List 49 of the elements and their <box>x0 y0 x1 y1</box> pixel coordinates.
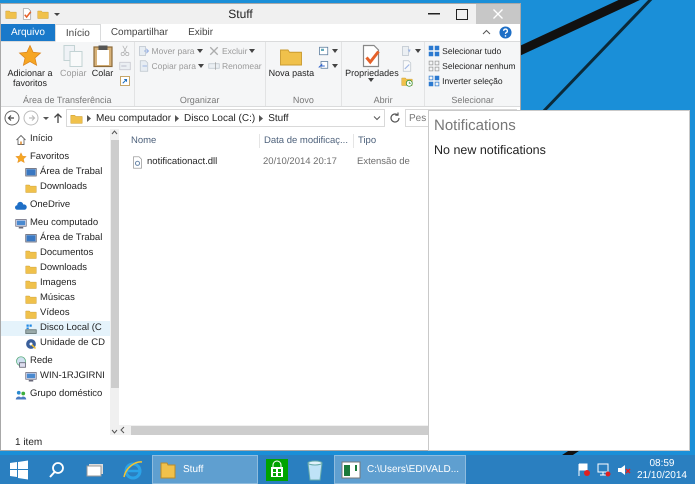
ribbon-button[interactable]: Selecionar nenhum <box>427 59 516 73</box>
group-label: Área de Transferência <box>22 94 113 106</box>
ribbon-button[interactable]: Adicionar a favoritos <box>3 44 57 94</box>
ribbon-button[interactable]: Selecionar tudo <box>427 44 516 58</box>
ribbon-button[interactable]: Colar <box>90 44 116 94</box>
ribbon-button[interactable]: Inverter seleção <box>427 74 516 88</box>
nav-item[interactable]: Disco Local (C <box>1 321 110 336</box>
nav-item[interactable]: Rede <box>1 354 110 369</box>
file-cell: notificationact.dll <box>119 154 259 170</box>
ribbon-button[interactable]: Propriedades <box>344 44 398 94</box>
group-label: Organizar <box>178 94 220 106</box>
column-header[interactable]: Data de modificaç... <box>259 134 353 148</box>
ribbon-tab[interactable]: Arquivo <box>1 24 55 41</box>
group-label: Novo <box>292 94 315 106</box>
file-cell-text: Extensão de <box>356 154 411 169</box>
nav-item[interactable]: Vídeos <box>1 306 110 321</box>
file-cell-text: 20/10/2014 20:17 <box>262 154 338 169</box>
nav-item[interactable]: Unidade de CD <box>1 336 110 351</box>
panel-title: Notifications <box>434 117 517 135</box>
nav-item[interactable]: Meu computado <box>1 216 110 231</box>
breadcrumb-item[interactable]: Meu computador <box>96 110 172 126</box>
ribbon-tab[interactable]: Compartilhar <box>100 24 178 41</box>
group-label: Abrir <box>372 94 394 106</box>
clock-time[interactable]: 08:59 <box>636 458 687 470</box>
nav-item[interactable]: Início <box>1 132 110 147</box>
nav-item[interactable]: OneDrive <box>1 198 110 213</box>
notification-message: No new notifications <box>434 142 547 159</box>
clock-date[interactable]: 21/10/2014 <box>636 470 687 482</box>
window-title: Stuff <box>227 6 254 23</box>
breadcrumb-item[interactable]: Disco Local (C:) <box>184 110 256 126</box>
ribbon-tab[interactable]: Exibir <box>178 24 224 41</box>
nav-item[interactable]: Documentos <box>1 246 110 261</box>
nav-item[interactable]: Grupo doméstico <box>1 387 110 402</box>
ribbon-tab[interactable]: Início <box>54 24 101 42</box>
status-text: 1 item <box>14 436 44 450</box>
nav-item[interactable]: Área de Trabal <box>1 231 110 246</box>
nav-item[interactable]: WIN-1RJGIRNI <box>1 369 110 384</box>
nav-item[interactable]: Favoritos <box>1 150 110 165</box>
ribbon-button[interactable]: Nova pasta <box>268 44 316 94</box>
breadcrumb-item[interactable]: Stuff <box>268 110 289 126</box>
nav-item[interactable]: Músicas <box>1 291 110 306</box>
nav-item[interactable]: Downloads <box>1 261 110 276</box>
nav-item[interactable]: Área de Trabal <box>1 165 110 180</box>
column-header[interactable]: Nome <box>119 134 259 148</box>
column-header[interactable]: Tipo <box>353 134 423 148</box>
group-label: Selecionar <box>450 94 495 106</box>
address-bar[interactable]: Meu computador Disco Local (C:) Stuff <box>66 109 385 127</box>
nav-item[interactable]: Imagens <box>1 276 110 291</box>
nav-item[interactable]: Downloads <box>1 180 110 195</box>
